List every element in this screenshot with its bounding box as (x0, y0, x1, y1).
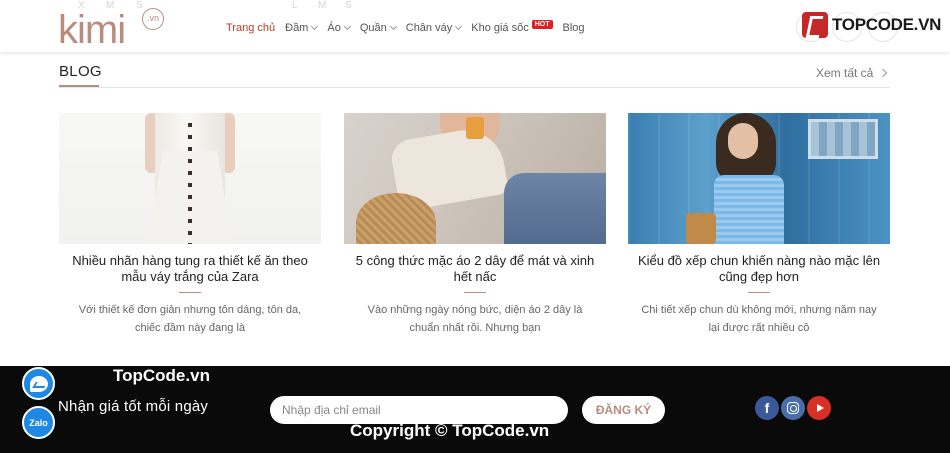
kimi-logo[interactable]: kimi .vn (58, 6, 168, 50)
instagram-icon (787, 402, 799, 414)
blog-card-image[interactable] (59, 113, 321, 244)
nav-label: Kho giá sốc (471, 22, 529, 34)
image-detail (686, 213, 716, 244)
logo-text: kimi (58, 8, 126, 52)
messenger-chat-button[interactable] (22, 367, 55, 400)
topcode-text: TOPCODE.VN (832, 15, 942, 34)
section-divider (59, 87, 890, 88)
nav-label: Chân váy (405, 22, 453, 34)
chevron-down-icon (389, 22, 397, 31)
blog-card-excerpt: Với thiết kế đơn giản nhưng tôn dáng, tô… (78, 304, 302, 334)
nav-label: Trang chủ (226, 22, 276, 34)
nav-label: Blog (562, 22, 585, 34)
logo-badge: .vn (142, 8, 164, 30)
size-mark: M (318, 0, 327, 11)
topcode-mark-icon (802, 12, 828, 38)
messenger-icon (29, 375, 48, 392)
image-detail (714, 175, 784, 244)
chevron-down-icon (343, 22, 351, 31)
image-detail (466, 117, 484, 139)
image-detail (504, 173, 606, 244)
nav-item-blog[interactable]: Blog (563, 22, 585, 34)
size-mark: L (292, 0, 298, 11)
main-nav: Trang chủ Đầm Áo Quần Chân váy Kho giá s… (226, 19, 595, 36)
zalo-icon: Zalo (29, 417, 48, 428)
blog-card[interactable]: 5 công thức mặc áo 2 dây để mát và xinh … (344, 113, 606, 337)
image-detail (356, 193, 436, 244)
blog-card-image[interactable] (344, 113, 606, 244)
topcode-watermark-logo: TOPCODE.VN (802, 10, 941, 40)
newsletter-label: Nhận giá tốt mỗi ngày (58, 398, 209, 415)
blog-card-title[interactable]: 5 công thức mặc áo 2 dây để mát và xinh … (344, 253, 606, 285)
nav-item-dresses[interactable]: Đầm (285, 22, 319, 34)
instagram-button[interactable] (781, 396, 805, 420)
site-header: X M S L M S kimi .vn Trang chủ Đầm Áo Qu… (0, 0, 950, 52)
copyright-watermark: Copyright © TopCode.vn (350, 421, 550, 440)
hot-badge: HOT (531, 19, 553, 29)
blog-card[interactable]: Kiểu đồ xếp chun khiến nàng nào mặc lên … (628, 113, 890, 337)
blog-card-image[interactable] (628, 113, 890, 244)
facebook-icon: f (764, 400, 770, 416)
chevron-right-icon (879, 68, 888, 78)
nav-item-skirts[interactable]: Chân váy (405, 22, 463, 34)
youtube-icon (816, 404, 824, 412)
see-all-label: Xem tất cả (816, 66, 874, 80)
blog-card-title[interactable]: Kiểu đồ xếp chun khiến nàng nào mặc lên … (628, 253, 890, 285)
image-detail (188, 123, 192, 244)
nav-label: Đầm (285, 22, 309, 34)
subscribe-button[interactable]: ĐĂNG KÝ (582, 396, 665, 424)
watermark-text: TopCode.vn (113, 366, 210, 385)
zalo-chat-button[interactable]: Zalo (22, 406, 55, 439)
blog-card-excerpt: Vào những ngày nóng bức, diện áo 2 dây l… (367, 304, 583, 334)
nav-item-pants[interactable]: Quần (359, 22, 397, 34)
image-detail (728, 123, 758, 159)
nav-item-home[interactable]: Trang chủ (226, 22, 275, 34)
size-mark: S (345, 0, 352, 11)
image-detail (808, 119, 878, 159)
facebook-button[interactable]: f (755, 396, 779, 420)
chevron-down-icon (455, 22, 463, 31)
blog-section-title: BLOG (59, 63, 102, 80)
youtube-button[interactable] (807, 396, 831, 420)
nav-label: Áo (327, 22, 341, 34)
blog-card-excerpt: Chi tiết xếp chun dù không mới, nhưng nă… (641, 304, 877, 334)
nav-label: Quần (359, 22, 387, 34)
card-divider (464, 292, 486, 293)
nav-item-tops[interactable]: Áo (327, 22, 351, 34)
blog-card[interactable]: Nhiều nhãn hàng tung ra thiết kế ăn theo… (59, 113, 321, 337)
blog-card-title[interactable]: Nhiều nhãn hàng tung ra thiết kế ăn theo… (59, 253, 321, 285)
card-divider (748, 292, 770, 293)
see-all-link[interactable]: Xem tất cả (816, 66, 888, 80)
nav-item-deals[interactable]: Kho giá sốc HOT (471, 19, 553, 34)
card-divider (179, 292, 201, 293)
chevron-down-icon (311, 22, 319, 31)
email-input[interactable] (270, 396, 568, 424)
